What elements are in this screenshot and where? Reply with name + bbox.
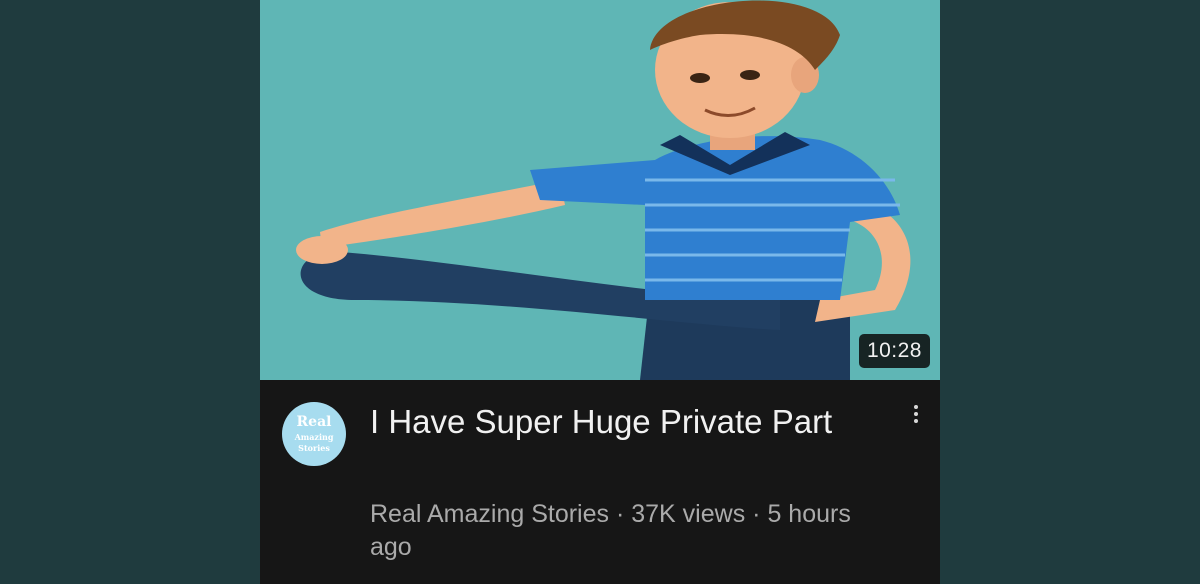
- channel-avatar[interactable]: Real Amazing Stories: [282, 402, 346, 466]
- left-eye-shape: [690, 73, 710, 83]
- channel-name[interactable]: Real Amazing Stories: [370, 500, 609, 528]
- avatar-text-line-2: Amazing: [294, 432, 334, 442]
- menu-dot: [914, 412, 918, 416]
- view-count: 37K views: [631, 500, 746, 528]
- avatar-text-line-1: Real: [296, 414, 332, 430]
- hand-shape: [296, 236, 348, 264]
- right-eye-shape: [740, 70, 760, 80]
- video-metadata: Real Amazing Stories · 37K views · 5 hou…: [370, 498, 870, 564]
- thumbnail-illustration: [260, 0, 940, 380]
- meta-separator: ·: [615, 500, 625, 528]
- menu-dot: [914, 405, 918, 409]
- meta-separator: ·: [752, 500, 761, 528]
- duration-badge: 10:28: [858, 334, 930, 368]
- video-title[interactable]: I Have Super Huge Private Part: [370, 402, 870, 442]
- video-thumbnail[interactable]: 10:28: [260, 0, 940, 380]
- more-vertical-icon[interactable]: [908, 402, 924, 436]
- avatar-text-line-3: Stories: [298, 443, 330, 453]
- video-info: Real Amazing Stories I Have Super Huge P…: [260, 380, 940, 584]
- menu-dot: [914, 419, 918, 423]
- video-card: 10:28 Real Amazing Stories I Have Super …: [260, 0, 940, 584]
